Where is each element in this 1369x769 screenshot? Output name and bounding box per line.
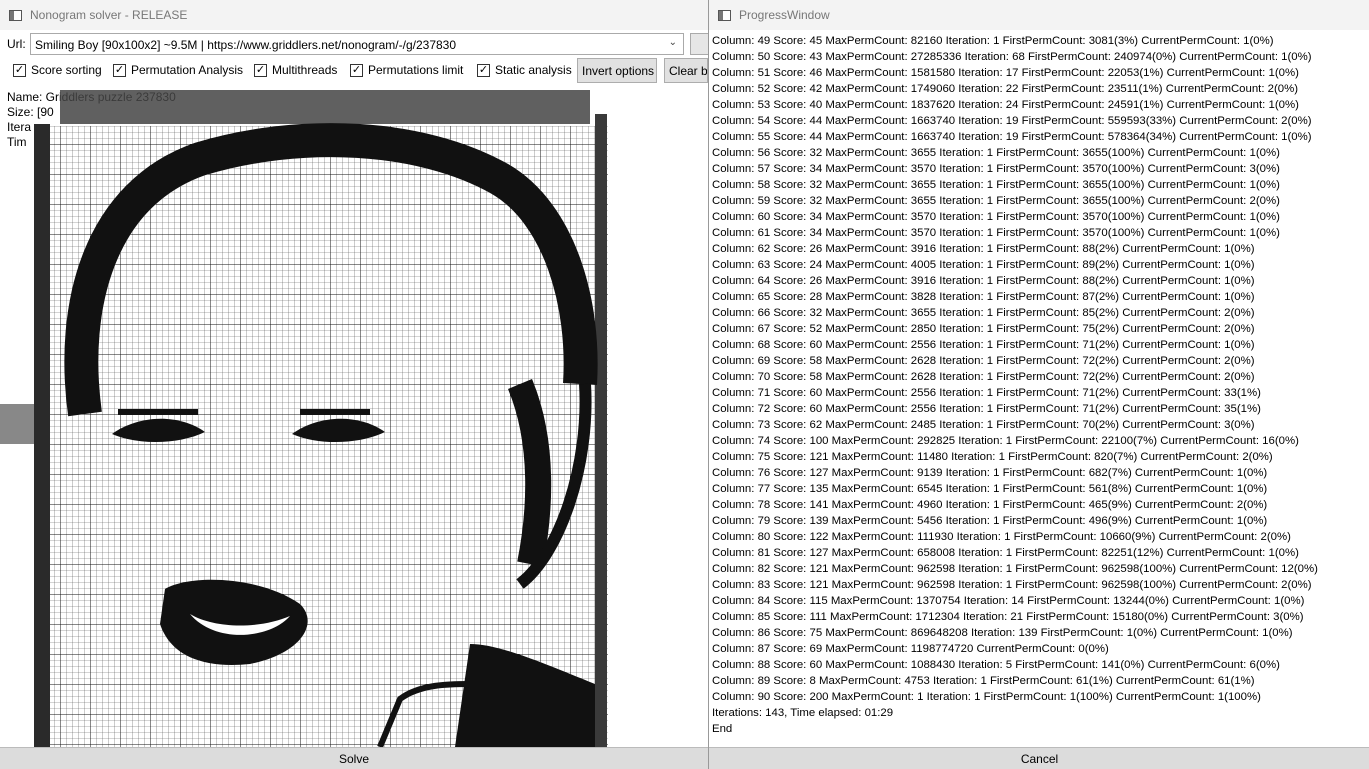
log-line: Column: 75 Score: 121 MaxPermCount: 1148… (712, 451, 1273, 463)
log-line: Column: 53 Score: 40 MaxPermCount: 18376… (712, 99, 1299, 111)
log-line: Column: 84 Score: 115 MaxPermCount: 1370… (712, 595, 1305, 607)
log-line: Column: 69 Score: 58 MaxPermCount: 2628 … (712, 355, 1255, 367)
option-multithreads[interactable]: ✓ Multithreads (254, 63, 337, 77)
log-line: Column: 57 Score: 34 MaxPermCount: 3570 … (712, 163, 1280, 175)
log-line: Column: 60 Score: 34 MaxPermCount: 3570 … (712, 211, 1280, 223)
log-line: Column: 56 Score: 32 MaxPermCount: 3655 … (712, 147, 1280, 159)
progress-window-title: ProgressWindow (739, 8, 830, 22)
log-line: Column: 88 Score: 60 MaxPermCount: 10884… (712, 659, 1280, 671)
progress-log: Column: 49 Score: 45 MaxPermCount: 82160… (712, 33, 1369, 737)
nonogram-grid[interactable] (0, 84, 612, 747)
option-static-analysis[interactable]: ✓ Static analysis (477, 63, 572, 77)
log-line: End (712, 723, 733, 735)
log-line: Column: 68 Score: 60 MaxPermCount: 2556 … (712, 339, 1255, 351)
option-permutations-limit[interactable]: ✓ Permutations limit (350, 63, 463, 77)
checkbox-icon[interactable]: ✓ (254, 63, 267, 77)
log-line: Column: 70 Score: 58 MaxPermCount: 2628 … (712, 371, 1255, 383)
url-combobox[interactable]: Smiling Boy [90x100x2] ~9.5M | https://w… (30, 33, 684, 55)
progress-window: ProgressWindow Column: 49 Score: 45 MaxP… (708, 0, 1369, 769)
log-line: Column: 71 Score: 60 MaxPermCount: 2556 … (712, 387, 1261, 399)
log-line: Column: 87 Score: 69 MaxPermCount: 11987… (712, 643, 1109, 655)
log-line: Column: 55 Score: 44 MaxPermCount: 16637… (712, 131, 1312, 143)
checkbox-icon[interactable]: ✓ (477, 63, 490, 77)
cancel-button[interactable]: Cancel (709, 747, 1369, 769)
log-line: Column: 90 Score: 200 MaxPermCount: 1 It… (712, 691, 1261, 703)
checkbox-icon[interactable]: ✓ (350, 63, 363, 77)
url-label: Url: (7, 37, 26, 51)
option-label: Permutations limit (368, 63, 464, 77)
log-line: Column: 65 Score: 28 MaxPermCount: 3828 … (712, 291, 1255, 303)
checkbox-icon[interactable]: ✓ (13, 63, 26, 77)
log-line: Column: 74 Score: 100 MaxPermCount: 2928… (712, 435, 1299, 447)
log-line: Column: 80 Score: 122 MaxPermCount: 1119… (712, 531, 1291, 543)
option-label: Static analysis (495, 63, 572, 77)
log-line: Column: 52 Score: 42 MaxPermCount: 17490… (712, 83, 1299, 95)
right-border-band (595, 114, 607, 747)
log-line: Column: 78 Score: 141 MaxPermCount: 4960… (712, 499, 1268, 511)
log-line: Column: 50 Score: 43 MaxPermCount: 27285… (712, 51, 1312, 63)
title-bar: Nonogram solver - RELEASE (0, 0, 708, 30)
log-line: Column: 63 Score: 24 MaxPermCount: 4005 … (712, 259, 1255, 271)
left-border-band (34, 124, 50, 747)
log-line: Column: 72 Score: 60 MaxPermCount: 2556 … (712, 403, 1261, 415)
window-icon (9, 9, 22, 21)
progress-title-bar: ProgressWindow (709, 0, 1369, 30)
log-line: Column: 89 Score: 8 MaxPermCount: 4753 I… (712, 675, 1255, 687)
nonogram-solver-window: Nonogram solver - RELEASE Url: Smiling B… (0, 0, 708, 769)
log-line: Column: 51 Score: 46 MaxPermCount: 15815… (712, 67, 1299, 79)
window-title: Nonogram solver - RELEASE (30, 8, 188, 22)
option-label: Multithreads (272, 63, 338, 77)
log-line: Column: 54 Score: 44 MaxPermCount: 16637… (712, 115, 1312, 127)
log-line: Column: 58 Score: 32 MaxPermCount: 3655 … (712, 179, 1280, 191)
log-line: Column: 49 Score: 45 MaxPermCount: 82160… (712, 35, 1274, 47)
log-line: Iterations: 143, Time elapsed: 01:29 (712, 707, 894, 719)
log-line: Column: 81 Score: 127 MaxPermCount: 6580… (712, 547, 1299, 559)
invert-options-button[interactable]: Invert options (577, 58, 657, 83)
log-line: Column: 76 Score: 127 MaxPermCount: 9139… (712, 467, 1268, 479)
url-value: Smiling Boy [90x100x2] ~9.5M | https://w… (35, 38, 457, 52)
log-line: Column: 67 Score: 52 MaxPermCount: 2850 … (712, 323, 1255, 335)
top-border-band (60, 90, 590, 124)
option-label: Score sorting (31, 63, 102, 77)
log-line: Column: 66 Score: 32 MaxPermCount: 3655 … (712, 307, 1255, 319)
option-score-sorting[interactable]: ✓ Score sorting (13, 63, 102, 77)
checkbox-icon[interactable]: ✓ (113, 63, 126, 77)
left-clue-band (0, 404, 34, 444)
log-line: Column: 82 Score: 121 MaxPermCount: 9625… (712, 563, 1318, 575)
options-row: ✓ Score sorting ✓ Permutation Analysis ✓… (0, 58, 708, 84)
log-line: Column: 61 Score: 34 MaxPermCount: 3570 … (712, 227, 1280, 239)
chevron-down-icon[interactable]: ⌄ (669, 37, 677, 48)
option-permutation-analysis[interactable]: ✓ Permutation Analysis (113, 63, 243, 77)
solve-button[interactable]: Solve (0, 747, 708, 769)
log-line: Column: 86 Score: 75 MaxPermCount: 86964… (712, 627, 1293, 639)
log-line: Column: 59 Score: 32 MaxPermCount: 3655 … (712, 195, 1280, 207)
right-eyebrow (300, 409, 370, 415)
load-button[interactable] (690, 33, 708, 55)
log-line: Column: 77 Score: 135 MaxPermCount: 6545… (712, 483, 1268, 495)
url-row: Url: Smiling Boy [90x100x2] ~9.5M | http… (0, 32, 708, 57)
option-label: Permutation Analysis (131, 63, 244, 77)
log-line: Column: 62 Score: 26 MaxPermCount: 3916 … (712, 243, 1255, 255)
log-line: Column: 83 Score: 121 MaxPermCount: 9625… (712, 579, 1312, 591)
log-line: Column: 64 Score: 26 MaxPermCount: 3916 … (712, 275, 1255, 287)
log-line: Column: 73 Score: 62 MaxPermCount: 2485 … (712, 419, 1255, 431)
log-line: Column: 85 Score: 111 MaxPermCount: 1712… (712, 611, 1304, 623)
window-icon (718, 9, 731, 21)
left-eyebrow (118, 409, 198, 415)
clear-board-button[interactable]: Clear bo (664, 58, 708, 83)
log-line: Column: 79 Score: 139 MaxPermCount: 5456… (712, 515, 1268, 527)
